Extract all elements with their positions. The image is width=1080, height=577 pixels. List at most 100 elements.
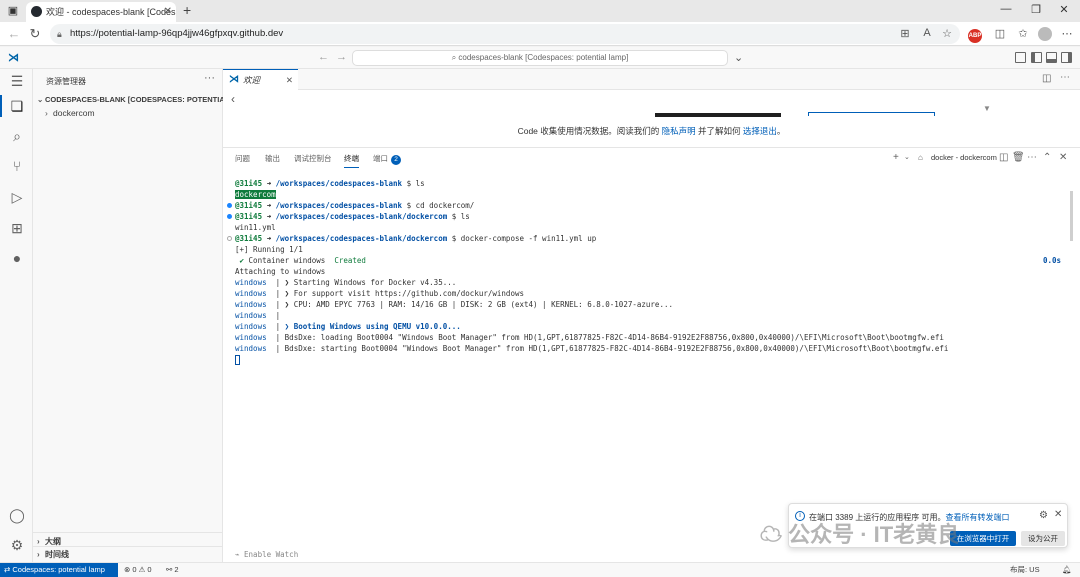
favorites-icon[interactable]: ✩: [1016, 27, 1030, 40]
command-center[interactable]: ⌕ codespaces-blank [Codespaces: potentia…: [352, 50, 728, 66]
log-text: ❯ Booting Windows using QEMU v10.0.0...: [284, 322, 461, 331]
tab-ports[interactable]: 端口 2: [373, 153, 401, 165]
trash-icon[interactable]: 🗑︎: [1012, 152, 1025, 163]
terminal-line: [235, 354, 1070, 365]
maximize-panel-icon[interactable]: ⌃: [1043, 152, 1051, 163]
close-window-icon[interactable]: ✕: [1054, 3, 1074, 16]
terminal-line: win11.yml: [235, 222, 1070, 233]
toggle-sidebar-icon[interactable]: [1031, 52, 1042, 63]
maximize-icon[interactable]: ❐: [1026, 3, 1046, 16]
timeline-section[interactable]: › 时间线: [37, 549, 69, 560]
browser-tab[interactable]: 欢迎 - codespaces-blank [Codesp ✕: [26, 2, 176, 22]
search-icon[interactable]: ⌕: [9, 128, 25, 144]
command-decoration-icon[interactable]: [227, 236, 232, 241]
prompt-path: /workspaces/codespaces-blank: [275, 179, 403, 188]
output-text: dockercom: [235, 190, 276, 199]
split-terminal-icon[interactable]: ◫: [999, 152, 1008, 163]
gear-icon[interactable]: ⚙: [1039, 510, 1048, 521]
chevron-down-icon[interactable]: ⌄: [904, 153, 910, 161]
menu-icon[interactable]: ☰: [9, 73, 25, 89]
gear-icon[interactable]: ⚙: [9, 537, 25, 553]
tab-debug-console[interactable]: 调试控制台: [294, 153, 332, 164]
vscode-logo-icon: ⋊: [8, 52, 19, 64]
terminal-name[interactable]: docker - dockercom: [931, 153, 997, 162]
remote-indicator[interactable]: ⇄ Codespaces: potential lamp: [0, 563, 118, 577]
split-screen-icon[interactable]: ◫: [993, 27, 1007, 40]
close-icon[interactable]: ✕: [1059, 152, 1067, 163]
welcome-card[interactable]: [808, 112, 935, 116]
terminal-line: windows | ❯ For support visit https://gi…: [235, 288, 1070, 299]
editor-tab-bar: ⋊ 欢迎 ✕ ◫ ⋯: [223, 69, 1080, 90]
command-decoration-icon[interactable]: [227, 214, 232, 219]
favorite-icon[interactable]: ☆: [940, 27, 954, 40]
chevron-left-icon[interactable]: ‹: [231, 92, 235, 106]
terminal-cursor: [235, 355, 240, 365]
terminal-line: [+] Running 1/1: [235, 244, 1070, 255]
close-tab-icon[interactable]: ✕: [164, 2, 172, 22]
problems-status[interactable]: ⊗ 0 ⚠ 0: [124, 563, 152, 577]
url-input[interactable]: 🔒︎ https://potential-lamp-96qp4jjw46gfpx…: [50, 24, 960, 44]
open-in-browser-button[interactable]: 在浏览器中打开: [950, 531, 1016, 546]
privacy-link[interactable]: 隐私声明: [662, 126, 696, 136]
toggle-secondary-sidebar-icon[interactable]: [1061, 52, 1072, 63]
ports-status[interactable]: ⚯ 2: [166, 563, 179, 577]
command-decoration-icon[interactable]: [227, 203, 232, 208]
layout-customize-icon[interactable]: [1015, 52, 1026, 63]
service-name: windows: [235, 300, 267, 309]
chevron-down-icon[interactable]: ▼: [983, 104, 991, 113]
refresh-icon[interactable]: ↻: [27, 26, 43, 42]
address-bar-row: ← ↻ 🔒︎ https://potential-lamp-96qp4jjw46…: [0, 22, 1080, 46]
split-editor-icon[interactable]: ◫: [1042, 73, 1051, 84]
terminal-output[interactable]: @31i45 ➜ /workspaces/codespaces-blank $ …: [227, 178, 1070, 365]
url-text: https://potential-lamp-96qp4jjw46gfpxqv.…: [70, 28, 284, 39]
workspace-root-folder[interactable]: ⌄ CODESPACES-BLANK [CODESPACES: POTENTIAL…: [37, 95, 248, 104]
tab-output[interactable]: 输出: [265, 153, 280, 164]
log-text: BdsDxe: loading Boot0004 "Windows Boot M…: [284, 333, 944, 342]
chevron-down-icon[interactable]: ⌄: [734, 51, 743, 64]
adblock-extension-icon[interactable]: ABP: [968, 29, 982, 43]
tab-welcome[interactable]: ⋊ 欢迎 ✕: [223, 69, 298, 90]
terminal-line: ✔ Container windows Created 0.0s: [235, 255, 1070, 266]
terminal-line: windows | BdsDxe: starting Boot0004 "Win…: [235, 343, 1070, 354]
bell-icon[interactable]: 🔔︎: [1062, 563, 1072, 577]
close-icon[interactable]: ✕: [286, 70, 293, 90]
opt-out-link[interactable]: 选择退出: [743, 126, 777, 136]
more-actions-icon[interactable]: ⋯: [1027, 152, 1037, 163]
minimize-icon[interactable]: —: [996, 3, 1016, 15]
tab-ports-label: 端口: [373, 154, 388, 163]
explorer-icon[interactable]: ❏: [9, 98, 25, 114]
read-aloud-icon[interactable]: A: [920, 27, 934, 39]
toggle-panel-icon[interactable]: [1046, 52, 1057, 63]
welcome-card[interactable]: [655, 113, 781, 117]
source-control-icon[interactable]: ⑂: [9, 158, 25, 174]
make-public-button[interactable]: 设为公开: [1021, 531, 1065, 546]
service-name: windows: [235, 289, 267, 298]
tree-item-dockercom[interactable]: › dockercom: [45, 108, 95, 118]
more-actions-icon[interactable]: ⋯: [1060, 72, 1070, 83]
run-debug-icon[interactable]: ▷: [9, 189, 25, 205]
apps-icon[interactable]: ⊞: [898, 27, 912, 40]
workspace-root-label: CODESPACES-BLANK [CODESPACES: POTENTIAL …: [45, 95, 248, 104]
scrollbar[interactable]: [1070, 191, 1073, 241]
enable-watch-hint: ⌁ Enable Watch: [235, 550, 298, 559]
service-name: windows: [235, 278, 267, 287]
accounts-icon[interactable]: ◯: [9, 507, 25, 523]
github-icon[interactable]: ●: [9, 250, 25, 266]
new-tab-button[interactable]: +: [183, 2, 191, 18]
wechat-icon: ☁: [760, 522, 789, 547]
keyboard-layout-status[interactable]: 布局: US: [1010, 563, 1040, 577]
more-actions-icon[interactable]: ···: [204, 72, 215, 84]
chevron-right-icon: ›: [37, 550, 40, 559]
tab-actions-icon[interactable]: ▣: [6, 4, 20, 18]
close-icon[interactable]: ✕: [1054, 509, 1062, 520]
more-menu-icon[interactable]: ⋯: [1060, 27, 1074, 40]
tab-problems[interactable]: 问题: [235, 153, 250, 164]
extensions-icon[interactable]: ⊞: [9, 220, 25, 236]
terminal-line: dockercom: [235, 189, 1070, 200]
go-forward-icon[interactable]: →: [336, 51, 347, 63]
avatar[interactable]: [1038, 27, 1052, 41]
new-terminal-icon[interactable]: +: [893, 152, 899, 163]
tab-terminal[interactable]: 终端: [344, 153, 359, 168]
go-back-icon[interactable]: ←: [318, 51, 329, 63]
back-icon[interactable]: ←: [6, 26, 22, 42]
